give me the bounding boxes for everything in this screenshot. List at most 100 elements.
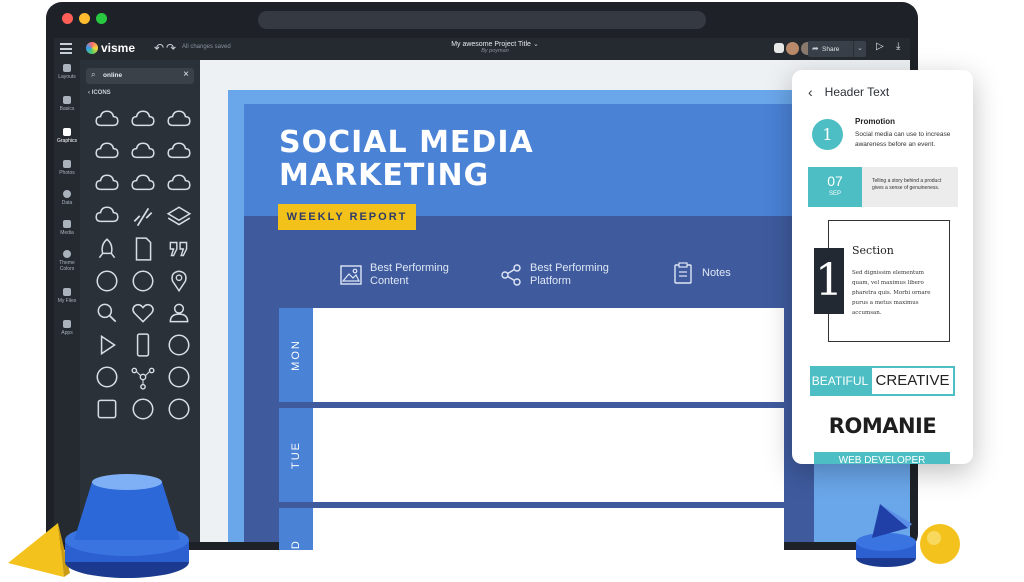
beautiful-creative-block[interactable]: BEATIFUL CREATIVE (810, 366, 955, 396)
close-window-button[interactable] (62, 13, 73, 24)
chevron-left-icon[interactable]: ‹ (808, 84, 813, 100)
maximize-window-button[interactable] (96, 13, 107, 24)
promo-description[interactable]: Social media can use to increase awarene… (855, 130, 965, 150)
table-row[interactable]: WED (279, 508, 784, 550)
link-broken-icon[interactable] (130, 204, 158, 232)
download-icon[interactable]: ⤓ (896, 41, 900, 52)
cloud-remove-user-icon[interactable] (130, 140, 158, 168)
rail-item-photos[interactable]: Photos (54, 160, 80, 176)
rail-item-graphics[interactable]: Graphics (54, 128, 80, 144)
search-input[interactable]: ⌕ online × (86, 68, 194, 84)
weekly-report-badge[interactable]: WEEKLY REPORT (278, 204, 416, 230)
close-circle-icon[interactable] (94, 364, 122, 392)
layers-icon[interactable] (166, 204, 194, 232)
undo-redo-icons[interactable]: ↶↷ (154, 41, 178, 55)
headset-user-icon[interactable] (94, 268, 122, 296)
rail-item-theme-colors[interactable]: Theme Colors (54, 250, 80, 272)
minimize-window-button[interactable] (79, 13, 90, 24)
document-icon[interactable] (130, 236, 158, 264)
location-pin-icon[interactable] (166, 268, 194, 296)
clear-search-icon[interactable]: × (183, 69, 189, 80)
rocket-icon[interactable] (94, 236, 122, 264)
search-icon: ⌕ (91, 70, 96, 79)
rail-label: Basics (59, 106, 75, 112)
heart-icon[interactable] (130, 300, 158, 328)
search-value: online (103, 72, 123, 79)
table-row[interactable]: MON (279, 308, 784, 402)
user-icon[interactable] (166, 300, 194, 328)
play-icon[interactable] (94, 332, 122, 360)
rail-label: Media (60, 230, 74, 236)
back-to-icons[interactable]: ‹ ICONS (88, 90, 111, 96)
cloud-minus-icon[interactable] (130, 172, 158, 200)
globe-icon[interactable] (166, 364, 194, 392)
column-header-platform[interactable]: Best Performing Platform (500, 262, 609, 288)
romanie-text[interactable]: ROMANIE (792, 414, 973, 438)
title-line-1: SOCIAL MEDIA (279, 125, 534, 160)
comment-icon[interactable] (774, 43, 784, 53)
date-block[interactable]: 07 SEP Telling a story behind a product … (808, 167, 958, 207)
column-header-notes[interactable]: Notes (672, 262, 731, 284)
creative-label: CREATIVE (870, 366, 955, 396)
back-label: ICONS (91, 90, 111, 96)
layouts-icon (63, 64, 71, 72)
rail-item-basics[interactable]: Basics (54, 96, 80, 112)
promo-title[interactable]: Promotion (855, 117, 895, 126)
support-agent-icon[interactable] (130, 268, 158, 296)
check-circle-icon[interactable] (166, 332, 194, 360)
mobile-icon[interactable] (130, 332, 158, 360)
cloud-download-icon[interactable] (166, 108, 194, 136)
address-bar[interactable] (258, 11, 706, 29)
day-tag: MON (279, 308, 313, 402)
rail-item-data[interactable]: Data (54, 190, 80, 206)
apps-icon (63, 320, 71, 328)
network-icon[interactable] (130, 364, 158, 392)
save-status: All changes saved (182, 44, 231, 50)
column-header-content[interactable]: Best Performing Content (340, 262, 449, 288)
rail-item-layouts[interactable]: Layouts (54, 64, 80, 80)
report-title[interactable]: SOCIAL MEDIA MARKETING (279, 126, 534, 192)
project-title[interactable]: My awesome Project Title ⌄ By poyman (440, 40, 550, 54)
cloud-sync-icon[interactable] (94, 204, 122, 232)
window-controls (62, 13, 107, 24)
clipboard-icon (672, 262, 694, 284)
text-styles-panel: ‹ Header Text 1 Promotion Social media c… (792, 70, 973, 464)
section-number[interactable]: 1 (814, 248, 844, 314)
share-dropdown-icon[interactable]: ⌄ (853, 41, 866, 57)
column-label: Content (370, 275, 409, 287)
rail-item-apps[interactable]: Apps (54, 320, 80, 336)
panel-header[interactable]: ‹ Header Text (808, 84, 889, 100)
cloud-x-icon[interactable] (94, 172, 122, 200)
section-title[interactable]: Section (852, 244, 894, 257)
panel-title: Header Text (824, 85, 890, 99)
quote-icon[interactable] (166, 236, 194, 264)
blue-shapes-decoration (856, 504, 960, 567)
report-card[interactable]: SOCIAL MEDIA MARKETING WEEKLY REPORT Bes… (244, 104, 814, 550)
rail-item-media[interactable]: Media (54, 220, 80, 236)
table-row[interactable]: TUE (279, 408, 784, 502)
cloud-settings-icon[interactable] (166, 172, 194, 200)
app-toolbar: visme ↶↷ All changes saved My awesome Pr… (54, 38, 910, 60)
web-developer-label[interactable]: WEB DEVELOPER (814, 452, 950, 464)
search-icon[interactable] (94, 300, 122, 328)
cloud-icon[interactable] (94, 108, 122, 136)
avatar[interactable] (786, 42, 799, 55)
present-play-icon[interactable]: ▷ (876, 41, 884, 52)
menu-icon[interactable] (60, 43, 72, 54)
calendar-icon[interactable] (94, 396, 122, 424)
rail-label: Apps (61, 330, 73, 336)
column-label: Best Performing (530, 262, 609, 274)
promo-number-badge[interactable]: 1 (812, 119, 843, 150)
cloud-upload-icon[interactable] (130, 108, 158, 136)
palette-icon (63, 250, 71, 258)
date-day: 07 (827, 173, 843, 189)
app-logo[interactable]: visme (86, 41, 135, 55)
cloud-add-user-icon[interactable] (166, 140, 194, 168)
cloud-user-icon[interactable] (94, 140, 122, 168)
share-button[interactable]: ➦ Share ⌄ (808, 41, 866, 57)
play-circle-alt-icon[interactable] (166, 396, 194, 424)
rail-item-my-files[interactable]: My Files (54, 288, 80, 304)
play-circle-icon[interactable] (130, 396, 158, 424)
section-text[interactable]: Sed dignissim elementum quam, vel maximu… (852, 268, 942, 318)
share-arrow-icon: ➦ (812, 44, 819, 53)
